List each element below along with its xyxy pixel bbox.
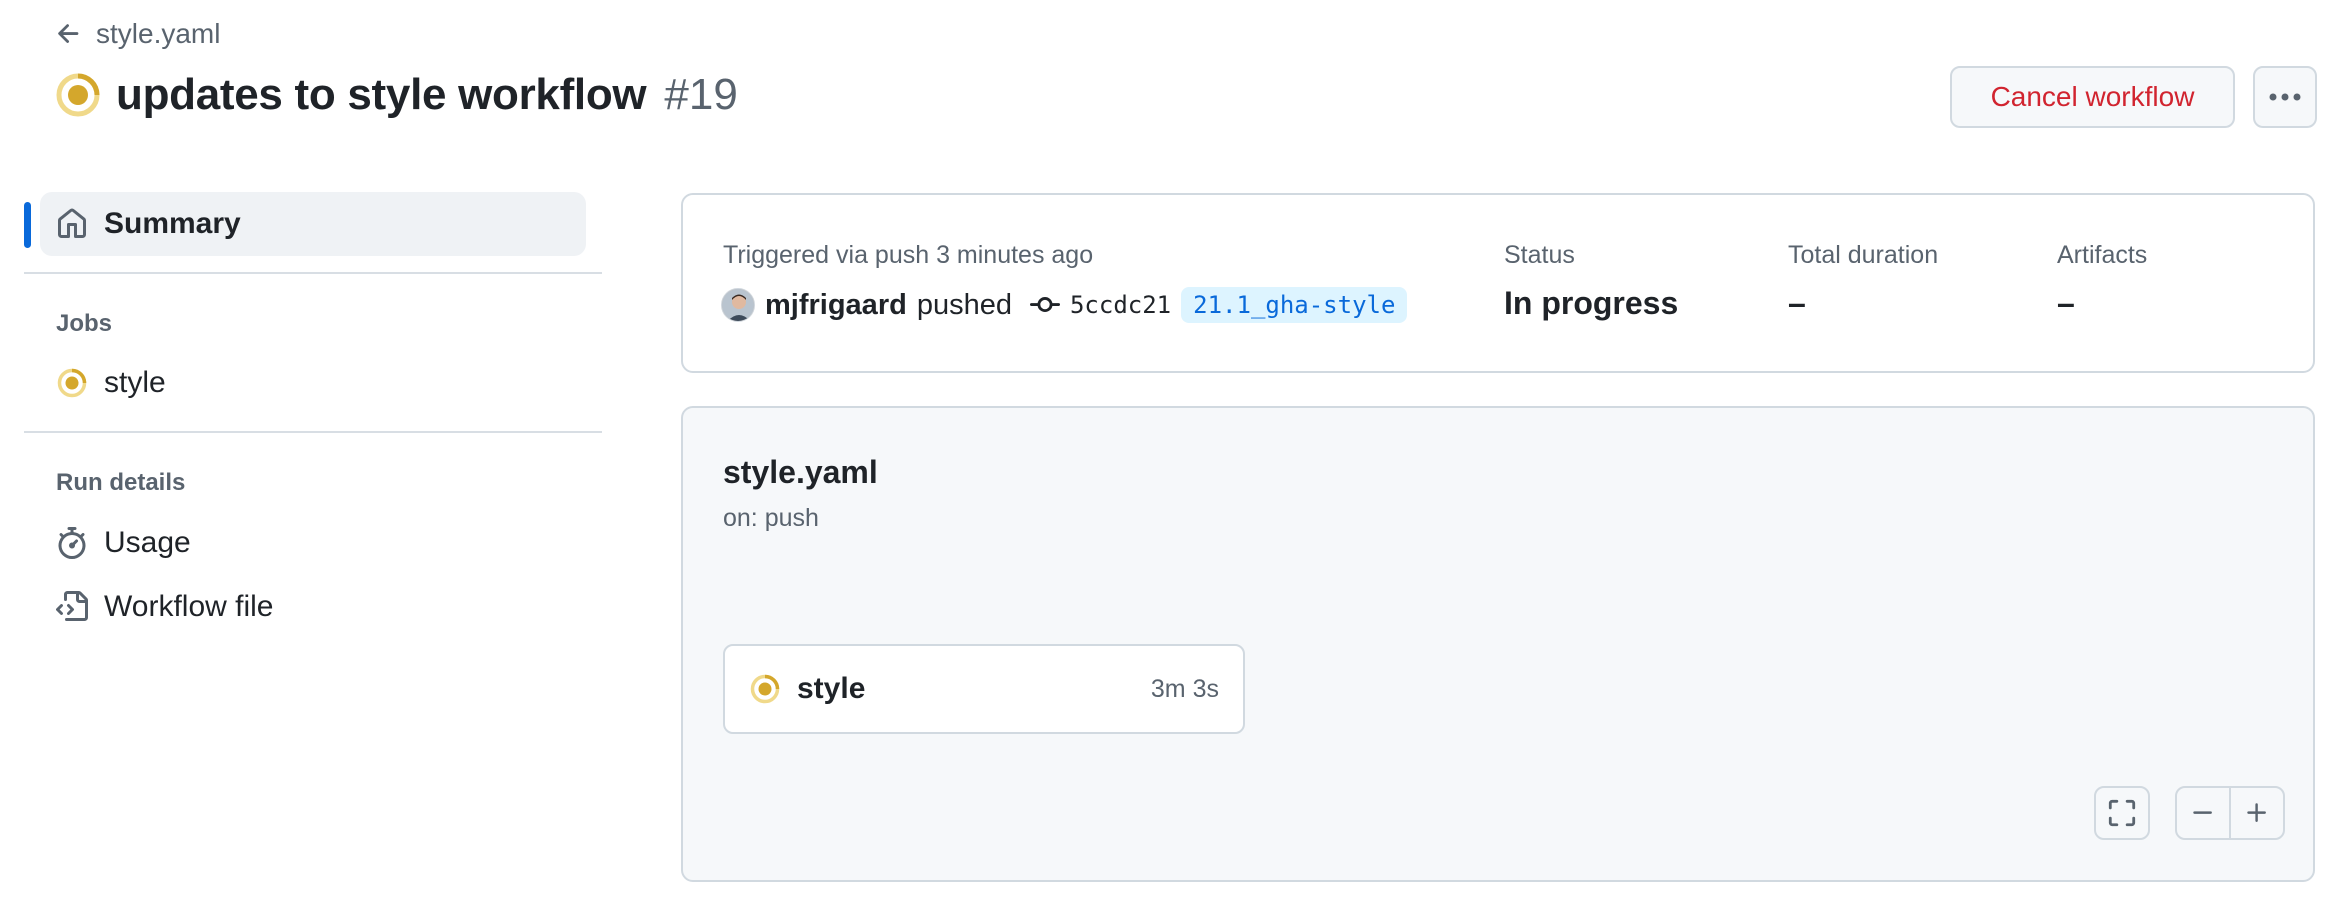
sidebar-divider xyxy=(24,431,602,433)
sidebar-item-label: Workflow file xyxy=(104,590,274,623)
fullscreen-button[interactable] xyxy=(2094,786,2150,840)
status-label: Status xyxy=(1504,241,1575,269)
sidebar-item-workflow-file[interactable]: Workflow file xyxy=(56,590,273,624)
more-options-button[interactable] xyxy=(2253,66,2317,128)
plus-icon xyxy=(2247,803,2266,822)
workflow-run-page: style.yaml updates to style workflow #19… xyxy=(0,0,2334,900)
sidebar-item-summary[interactable]: Summary xyxy=(40,192,586,256)
home-icon xyxy=(58,208,86,238)
run-details-heading: Run details xyxy=(56,469,186,496)
stopwatch-icon xyxy=(58,527,86,559)
actor-link[interactable]: mjfrigaard xyxy=(765,289,907,322)
branch-label[interactable]: 21.1_gha-style xyxy=(1181,287,1408,323)
artifacts-value: – xyxy=(2057,285,2075,321)
job-node-style[interactable]: style 3m 3s xyxy=(723,644,1245,734)
job-name: style xyxy=(797,672,866,705)
job-duration: 3m 3s xyxy=(1150,674,1219,703)
run-number: #19 xyxy=(664,70,738,119)
zoom-in-button[interactable] xyxy=(2229,786,2285,840)
cancel-workflow-button[interactable]: Cancel workflow xyxy=(1950,66,2235,128)
sidebar-item-job-style[interactable]: style xyxy=(56,366,166,400)
file-code-icon xyxy=(56,591,88,621)
action-text: pushed xyxy=(916,288,1012,321)
artifacts-label: Artifacts xyxy=(2057,241,2148,269)
back-link-label: style.yaml xyxy=(96,18,221,49)
git-commit-icon xyxy=(1029,297,1060,313)
duration-label: Total duration xyxy=(1788,241,1939,269)
minus-icon xyxy=(2193,811,2212,814)
workflow-name: style.yaml xyxy=(723,454,878,490)
sidebar-item-usage[interactable]: Usage xyxy=(56,526,191,560)
duration-value: – xyxy=(1788,285,1806,321)
run-title: updates to style workflow xyxy=(116,70,647,119)
commit-sha-link[interactable]: 5ccdc21 xyxy=(1070,291,1171,319)
trigger-details: mjfrigaard pushed 5ccdc21 21.1_gha-style xyxy=(721,287,1408,323)
in-progress-icon xyxy=(57,368,87,398)
status-value: In progress xyxy=(1504,285,1679,321)
sidebar-item-label: Usage xyxy=(104,526,191,559)
run-summary-card: Triggered via push 3 minutes ago mjfriga… xyxy=(681,193,2315,373)
sidebar-divider xyxy=(24,272,602,274)
sidebar-item-label: Summary xyxy=(104,207,241,240)
kebab-horizontal-icon xyxy=(2269,93,2301,101)
sidebar-item-label: style xyxy=(104,366,166,399)
avatar[interactable] xyxy=(721,288,755,322)
jobs-heading: Jobs xyxy=(56,310,113,337)
in-progress-icon xyxy=(750,674,780,704)
in-progress-icon xyxy=(56,73,100,117)
workflow-graph: style.yaml on: push style 3m 3s xyxy=(681,406,2315,882)
active-indicator xyxy=(24,202,31,248)
page-title: updates to style workflow #19 xyxy=(54,70,738,120)
trigger-text: Triggered via push 3 minutes ago xyxy=(723,241,1094,269)
zoom-out-button[interactable] xyxy=(2175,786,2231,840)
fullscreen-icon xyxy=(2108,799,2136,827)
arrow-left-icon xyxy=(58,24,79,43)
back-link[interactable]: style.yaml xyxy=(54,18,220,50)
workflow-trigger: on: push xyxy=(723,504,819,532)
avatar-image xyxy=(722,289,754,321)
